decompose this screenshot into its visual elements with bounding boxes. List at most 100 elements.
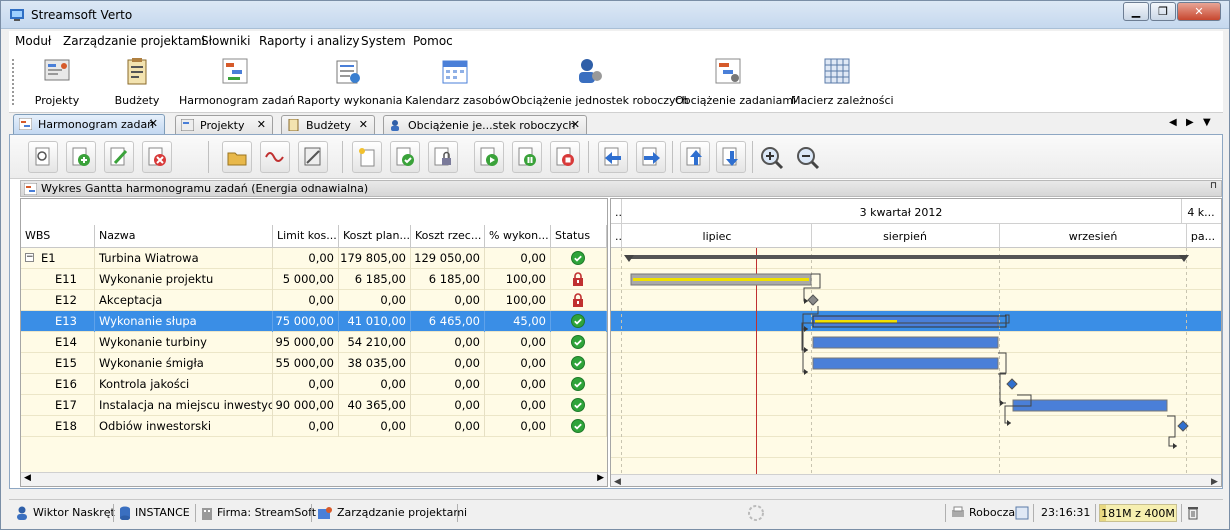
scroll-right-icon[interactable]: ▶ — [1211, 477, 1218, 487]
ribbon-tasks-load-button[interactable]: Obciążenie zadaniami — [675, 54, 796, 110]
ribbon-reports-button[interactable]: Raporty wykonania — [297, 54, 402, 110]
stop-button[interactable] — [550, 141, 580, 173]
status-user: Wiktor Naskręt — [33, 506, 115, 519]
edit-button[interactable] — [104, 141, 134, 173]
tab-budgets[interactable]: Budżety ✕ — [281, 115, 375, 134]
zoom-in-button[interactable] — [756, 141, 786, 173]
table-row[interactable]: E16 Kontrola jakości 0,00 0,00 0,00 0,00 — [21, 374, 607, 395]
tab-list-icon[interactable]: ▼ — [1203, 117, 1211, 128]
window-icon[interactable] — [1015, 506, 1029, 520]
ribbon-toolbar: Projekty Budżety Harmonogram zadań Rapor… — [9, 51, 1223, 113]
task-bar-e14[interactable] — [812, 336, 999, 349]
trash-icon[interactable] — [1187, 505, 1199, 520]
close-tab-icon[interactable]: ✕ — [149, 117, 158, 130]
menu-project-management[interactable]: Zarządzanie projektami — [63, 34, 205, 48]
milestone-e12[interactable] — [807, 294, 819, 306]
critical-path-button[interactable] — [260, 141, 290, 173]
col-wbs[interactable]: WBS — [21, 225, 95, 247]
pause-button[interactable] — [512, 141, 542, 173]
tab-scroll-left-icon[interactable]: ◀ — [1169, 117, 1177, 128]
move-down-button[interactable] — [716, 141, 746, 173]
tab-workers-load[interactable]: Obciążenie je...stek roboczych ✕ — [383, 115, 587, 134]
notes-button[interactable] — [298, 141, 328, 173]
status-separator — [945, 504, 946, 522]
close-tab-icon[interactable]: ✕ — [571, 118, 580, 131]
table-row[interactable]: E14 Wykonanie turbiny 95 000,00 54 210,00 0,… — [21, 332, 607, 353]
close-tab-icon[interactable]: ✕ — [359, 118, 368, 131]
preview-icon — [35, 147, 50, 166]
table-row[interactable]: E15 Wykonanie śmigła 55 000,00 38 035,00 0,0… — [21, 353, 607, 374]
cell-limit: 55 000,00 — [273, 353, 339, 374]
lock-button[interactable] — [428, 141, 458, 173]
cell-plan: 41 010,00 — [339, 311, 411, 332]
maximize-button[interactable]: ❐ — [1150, 2, 1176, 21]
milestone-e16[interactable] — [1006, 378, 1018, 390]
cell-limit: 0,00 — [273, 416, 339, 437]
menu-system[interactable]: System — [361, 34, 406, 48]
dependency-link — [998, 352, 1007, 404]
pin-icon[interactable]: ⊓ — [1210, 181, 1217, 191]
col-real[interactable]: Koszt rzec... — [411, 225, 485, 247]
add-button[interactable] — [66, 141, 96, 173]
col-pct[interactable]: % wykon... — [485, 225, 551, 247]
summary-bar[interactable] — [628, 255, 1184, 259]
scroll-left-icon[interactable]: ◀ — [24, 473, 31, 483]
table-row[interactable]: E13 Wykonanie słupa 75 000,00 41 010,00 6 46… — [21, 311, 607, 332]
close-window-button[interactable]: ✕ — [1177, 2, 1221, 21]
task-bar-e15[interactable] — [812, 357, 999, 370]
start-button[interactable] — [474, 141, 504, 173]
close-tab-icon[interactable]: ✕ — [257, 118, 266, 131]
scroll-left-icon[interactable]: ◀ — [614, 477, 621, 487]
menu-module[interactable]: Moduł — [15, 34, 51, 48]
gantt-toolbar — [10, 135, 1222, 179]
open-folder-button[interactable] — [222, 141, 252, 173]
col-plan[interactable]: Koszt plan... — [339, 225, 411, 247]
menu-help[interactable]: Pomoc — [413, 34, 453, 48]
table-row[interactable]: E17 Instalacja na miejscu inwestycji 90 00… — [21, 395, 607, 416]
lock-icon — [434, 147, 451, 166]
outdent-button[interactable] — [598, 141, 628, 173]
budget-tab-icon — [288, 119, 299, 131]
ribbon-projects-button[interactable]: Projekty — [27, 54, 87, 110]
collapse-toggle-icon[interactable]: − — [25, 253, 34, 262]
tab-projects[interactable]: Projekty ✕ — [175, 115, 273, 134]
minimize-button[interactable]: ▁ — [1123, 2, 1149, 21]
move-up-button[interactable] — [680, 141, 710, 173]
ribbon-budgets-button[interactable]: Budżety — [107, 54, 167, 110]
ribbon-schedule-button[interactable]: Harmonogram zadań — [179, 54, 295, 110]
ribbon-calendar-button[interactable]: Kalendarz zasobów — [405, 54, 511, 110]
approve-button[interactable] — [390, 141, 420, 173]
task-bar-e17[interactable] — [1012, 399, 1168, 412]
status-separator — [1181, 504, 1182, 522]
dependency-arrow — [804, 298, 808, 304]
menu-dictionaries[interactable]: Słowniki — [201, 34, 250, 48]
preview-button[interactable] — [28, 141, 58, 173]
table-row[interactable]: E18 Odbiów inwestorski 0,00 0,00 0,00 0,00 — [21, 416, 607, 437]
menu-reports[interactable]: Raporty i analizy — [259, 34, 359, 48]
tab-schedule[interactable]: Harmonogram zadań ✕ — [13, 114, 165, 134]
col-status[interactable]: Status — [551, 225, 607, 247]
delete-button[interactable] — [142, 141, 172, 173]
cell-name: Instalacja na miejscu inwestycji — [95, 395, 273, 416]
grid-horizontal-scrollbar[interactable]: ◀ ▶ — [21, 472, 607, 486]
col-limit[interactable]: Limit kos... — [273, 225, 339, 247]
table-row[interactable]: E12 Akceptacja 0,00 0,00 0,00 100,00 — [21, 290, 607, 311]
task-grid-header: WBS Nazwa Limit kos... Koszt plan... Kos… — [21, 199, 607, 248]
gantt-horizontal-scrollbar[interactable] — [611, 474, 1222, 487]
col-name[interactable]: Nazwa — [95, 225, 273, 247]
gantt-canvas: .. 3 kwartał 2012 4 k..... lipiec sierpień wr… — [611, 199, 1222, 487]
company-icon — [202, 508, 212, 520]
table-row[interactable]: E1 Turbina Wiatrowa 0,00 179 805,00 129 050,… — [21, 248, 607, 269]
table-row[interactable]: E11 Wykonanie projektu 5 000,00 6 185,00 6 1… — [21, 269, 607, 290]
cell-limit: 75 000,00 — [273, 311, 339, 332]
toolbar-grip[interactable] — [12, 59, 15, 105]
scroll-right-icon[interactable]: ▶ — [597, 473, 604, 483]
cell-limit: 0,00 — [273, 248, 339, 269]
zoom-out-button[interactable] — [792, 141, 822, 173]
tab-scroll-right-icon[interactable]: ▶ — [1186, 117, 1194, 128]
ribbon-workers-load-button[interactable]: Obciążenie jednostek roboczych — [511, 54, 689, 110]
pause-icon — [518, 147, 536, 166]
ribbon-matrix-button[interactable]: Macierz zależności — [791, 54, 894, 110]
indent-button[interactable] — [636, 141, 666, 173]
new-star-button[interactable] — [352, 141, 382, 173]
